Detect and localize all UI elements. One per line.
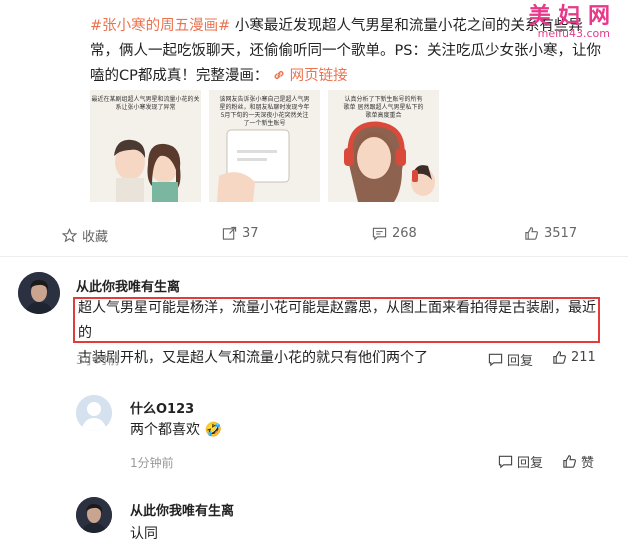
default-avatar-icon — [76, 395, 112, 431]
user-avatar-image — [18, 272, 60, 314]
comment-text: 两个都喜欢 🤣 — [130, 422, 222, 438]
comic-thumbnail-3[interactable]: 认真分析了下新生账号的所有歌单 居然跟超人气男星私下的歌单高度重合 — [328, 90, 439, 202]
watermark-brand: 美 妇 网 — [528, 4, 610, 29]
repost-icon — [222, 226, 237, 240]
comment-author[interactable]: 从此你我唯有生离 — [76, 276, 180, 295]
like-count: 3517 — [544, 226, 578, 241]
post-hashtag[interactable]: #张小寒的周五漫画# — [90, 18, 230, 34]
comic-thumbnail-2[interactable]: 该网友告诉张小寒自己是超人气男星的粉丝，和朋友私聊时发现今年5月下旬的一天深夜小… — [209, 90, 320, 202]
highlight-box — [73, 297, 600, 343]
avatar[interactable] — [18, 272, 60, 314]
watermark-logo: 美 妇 网 meifu43.com — [529, 6, 610, 40]
repost-button[interactable]: 37 — [222, 226, 259, 241]
user-avatar-image — [76, 497, 112, 533]
reply-label: 回复 — [507, 354, 534, 369]
comment-author[interactable]: 什么O123 — [130, 398, 194, 417]
reply-button[interactable]: 回复 — [488, 350, 533, 369]
watermark-url: meifu43.com — [537, 27, 610, 40]
star-icon — [62, 228, 77, 243]
thumbs-up-icon — [553, 351, 566, 364]
comment-like-button[interactable]: 211 — [552, 350, 596, 365]
comment-like-button[interactable]: 赞 — [562, 452, 594, 471]
web-link[interactable]: 网页链接 — [273, 68, 348, 84]
favorite-button[interactable]: 收藏 — [62, 226, 108, 245]
comment-button[interactable]: 268 — [372, 226, 417, 241]
comment-like-count: 211 — [571, 350, 596, 365]
avatar[interactable] — [76, 497, 112, 533]
favorite-label: 收藏 — [82, 230, 109, 245]
link-icon — [274, 71, 284, 79]
reply-icon — [488, 353, 503, 367]
comic-drawing-1 — [114, 139, 181, 202]
comment-icon — [372, 227, 387, 241]
reply-button[interactable]: 回复 — [498, 452, 543, 471]
comment-count: 268 — [392, 226, 417, 241]
avatar[interactable] — [76, 395, 112, 431]
like-button[interactable]: 3517 — [524, 226, 577, 241]
comment-text: 认同 — [130, 526, 158, 542]
comment-like-label: 赞 — [581, 456, 595, 471]
comment-time: 1分钟前 — [130, 456, 174, 470]
reply-label: 回复 — [517, 456, 544, 471]
comic-thumbnail-1[interactable]: 最近在某剧组超人气男星和流量小花的关系让张小寒发现了异常 — [90, 90, 201, 202]
repost-count: 37 — [242, 226, 259, 241]
thumbs-up-icon — [563, 455, 576, 468]
divider — [0, 256, 628, 257]
comment-author[interactable]: 从此你我唯有生离 — [130, 500, 234, 519]
reply-icon — [498, 455, 513, 469]
comic-drawing-2 — [217, 129, 290, 202]
comic-drawing-3 — [344, 121, 435, 202]
thumbs-up-icon — [525, 227, 538, 240]
comment-time: 3小时前 — [76, 353, 120, 367]
web-link-label: 网页链接 — [289, 68, 348, 84]
post-action-bar: 收藏 37 268 3517 — [0, 218, 628, 254]
